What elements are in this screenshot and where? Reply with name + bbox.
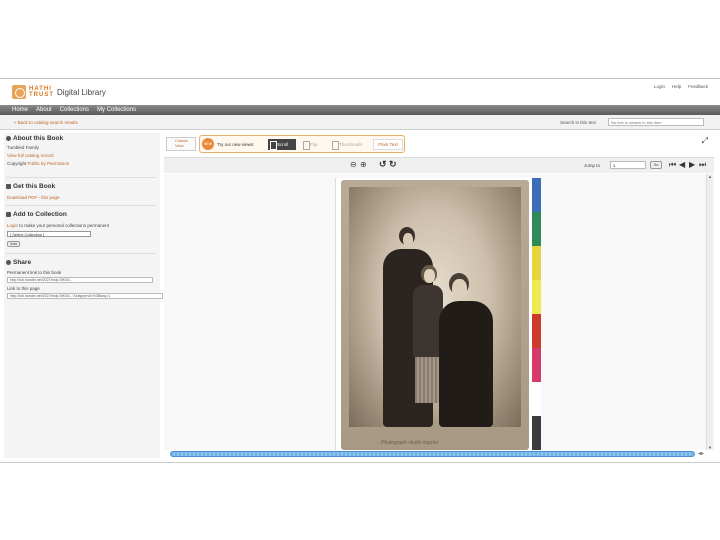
jump-to-label: Jump to xyxy=(584,163,601,168)
swatch-light-yellow xyxy=(532,280,541,314)
divider xyxy=(6,205,156,206)
family-portrait-photo xyxy=(349,187,521,427)
child-skirt xyxy=(415,357,441,403)
get-section-title[interactable]: Get this Book xyxy=(6,183,55,190)
go-button[interactable]: Go xyxy=(650,161,662,169)
share-section-title[interactable]: Share xyxy=(6,259,31,266)
book-title: Tumbled Family xyxy=(7,145,39,150)
try-new-views-text: Try our new views: xyxy=(217,142,255,147)
back-to-results-link[interactable]: « Back to catalog search results xyxy=(14,120,78,125)
collection-title-text: Add to Collection xyxy=(13,211,67,218)
info-icon xyxy=(6,136,11,141)
about-title-text: About this Book xyxy=(13,135,64,142)
man-suit xyxy=(439,301,493,427)
scroll-up-icon[interactable]: ▲ xyxy=(707,174,713,179)
man-face xyxy=(452,279,467,299)
thumbnails-view-button[interactable]: Thumbnails xyxy=(330,139,368,150)
zoom-in-icon[interactable]: ⊕ xyxy=(360,160,367,169)
card-imprint: Photograph studio imprint xyxy=(381,440,438,446)
login-note: Login to make your personal collections … xyxy=(7,223,109,228)
flip-view-button[interactable]: Flip xyxy=(301,139,323,150)
rotate-left-icon[interactable]: ↺ xyxy=(379,159,387,170)
permalink-label: Permanent link to this book xyxy=(7,270,62,275)
nav-about[interactable]: About xyxy=(36,107,52,113)
sidebar: About this Book Tumbled Family View full… xyxy=(4,133,163,458)
plain-text-button[interactable]: Plain Text xyxy=(373,139,403,150)
divider xyxy=(6,177,156,178)
woman-face xyxy=(403,233,413,247)
page-viewer[interactable]: Photograph studio imprint xyxy=(164,174,714,450)
search-in-text-input[interactable] xyxy=(608,118,704,126)
classic-view-button[interactable]: Classic View xyxy=(166,137,196,151)
hathitrust-logo[interactable]: HATHI TRUST Digital Library xyxy=(12,83,106,101)
viewer-controls: ⊖ ⊕ ↺ ↻ Jump to Go ⏮ ◀ ▶ ⏭ xyxy=(164,157,714,173)
swatch-yellow xyxy=(532,246,541,280)
feedback-link[interactable]: Feedback xyxy=(688,84,708,89)
fullscreen-icon[interactable]: ⤢ xyxy=(702,136,708,146)
swatch-black xyxy=(532,416,541,450)
logo-mark-icon xyxy=(12,85,26,99)
page-frame: Photograph studio imprint xyxy=(335,178,541,450)
swatch-blue xyxy=(532,178,541,212)
sidebar-login-link[interactable]: Login xyxy=(7,223,18,228)
add-collection-button[interactable]: Add xyxy=(7,241,20,247)
first-page-icon[interactable]: ⏮ xyxy=(669,160,676,170)
collection-section-title[interactable]: Add to Collection xyxy=(6,211,67,218)
pagelink-field[interactable]: http://hdl.handle.net/2027/mdp.39015...?… xyxy=(7,293,163,299)
collection-select[interactable]: [ Select Collection ] xyxy=(7,231,91,237)
share-icon xyxy=(6,260,11,265)
next-page-icon[interactable]: ▶ xyxy=(689,160,695,169)
swatch-red xyxy=(532,314,541,348)
new-views-box: NEW Try our new views: Scroll Flip Thumb… xyxy=(199,135,405,153)
app-window: HATHI TRUST Digital Library Login Help F… xyxy=(0,78,720,463)
sub-bar: « Back to catalog search results Search … xyxy=(0,115,720,130)
pagelink-label: Link to this page xyxy=(7,286,40,291)
download-pdf-link[interactable]: Download PDF - this page xyxy=(7,195,60,200)
swatch-magenta xyxy=(532,348,541,382)
rotate-right-icon[interactable]: ↻ xyxy=(389,159,397,170)
scroll-view-button[interactable]: Scroll xyxy=(268,139,296,150)
divider xyxy=(6,253,156,254)
logo-text: HATHI TRUST xyxy=(29,86,54,98)
nav-my-collections[interactable]: My Collections xyxy=(97,107,136,113)
copyright-value-link[interactable]: Public by Permission xyxy=(28,161,70,166)
swatch-white xyxy=(532,382,541,416)
cabinet-card-photo: Photograph studio imprint xyxy=(341,180,529,450)
horizontal-scrollbar[interactable] xyxy=(170,451,695,457)
scroll-down-icon[interactable]: ▼ xyxy=(707,445,713,450)
main-nav: Home About Collections My Collections xyxy=(0,105,720,115)
catalog-record-link[interactable]: View full catalog record xyxy=(7,153,53,158)
child-face xyxy=(424,269,435,283)
share-title-text: Share xyxy=(13,259,32,266)
login-note-text: to make your personal collections perman… xyxy=(19,223,109,228)
color-calibration-strip xyxy=(532,178,541,450)
download-icon xyxy=(6,184,11,189)
help-link[interactable]: Help xyxy=(672,84,681,89)
zoom-out-icon[interactable]: ⊖ xyxy=(350,160,357,169)
nav-home[interactable]: Home xyxy=(12,107,28,113)
search-label: Search in this text xyxy=(560,120,596,125)
vertical-scrollbar[interactable]: ▲ ▼ xyxy=(706,174,713,450)
collection-icon xyxy=(6,212,11,217)
previous-page-icon[interactable]: ◀ xyxy=(679,160,685,169)
utility-links: Login Help Feedback xyxy=(654,84,708,89)
nav-collections[interactable]: Collections xyxy=(60,107,89,113)
copyright-line: Copyright Public by Permission xyxy=(7,161,69,166)
get-title-text: Get this Book xyxy=(13,183,56,190)
swatch-green xyxy=(532,212,541,246)
header: HATHI TRUST Digital Library Login Help F… xyxy=(0,79,720,105)
view-toolbar: Classic View NEW Try our new views: Scro… xyxy=(164,133,714,155)
permalink-field[interactable]: http://hdl.handle.net/2027/mdp.39015... xyxy=(7,277,153,283)
last-page-icon[interactable]: ⏭ xyxy=(699,160,706,170)
scroll-right-icon[interactable]: ◂▸ xyxy=(698,450,704,457)
logo-subtitle: Digital Library xyxy=(57,87,106,97)
about-section-title[interactable]: About this Book xyxy=(6,135,63,142)
new-badge: NEW xyxy=(202,138,214,150)
login-link[interactable]: Login xyxy=(654,84,665,89)
jump-to-input[interactable] xyxy=(610,161,646,169)
copyright-label: Copyright xyxy=(7,161,27,166)
